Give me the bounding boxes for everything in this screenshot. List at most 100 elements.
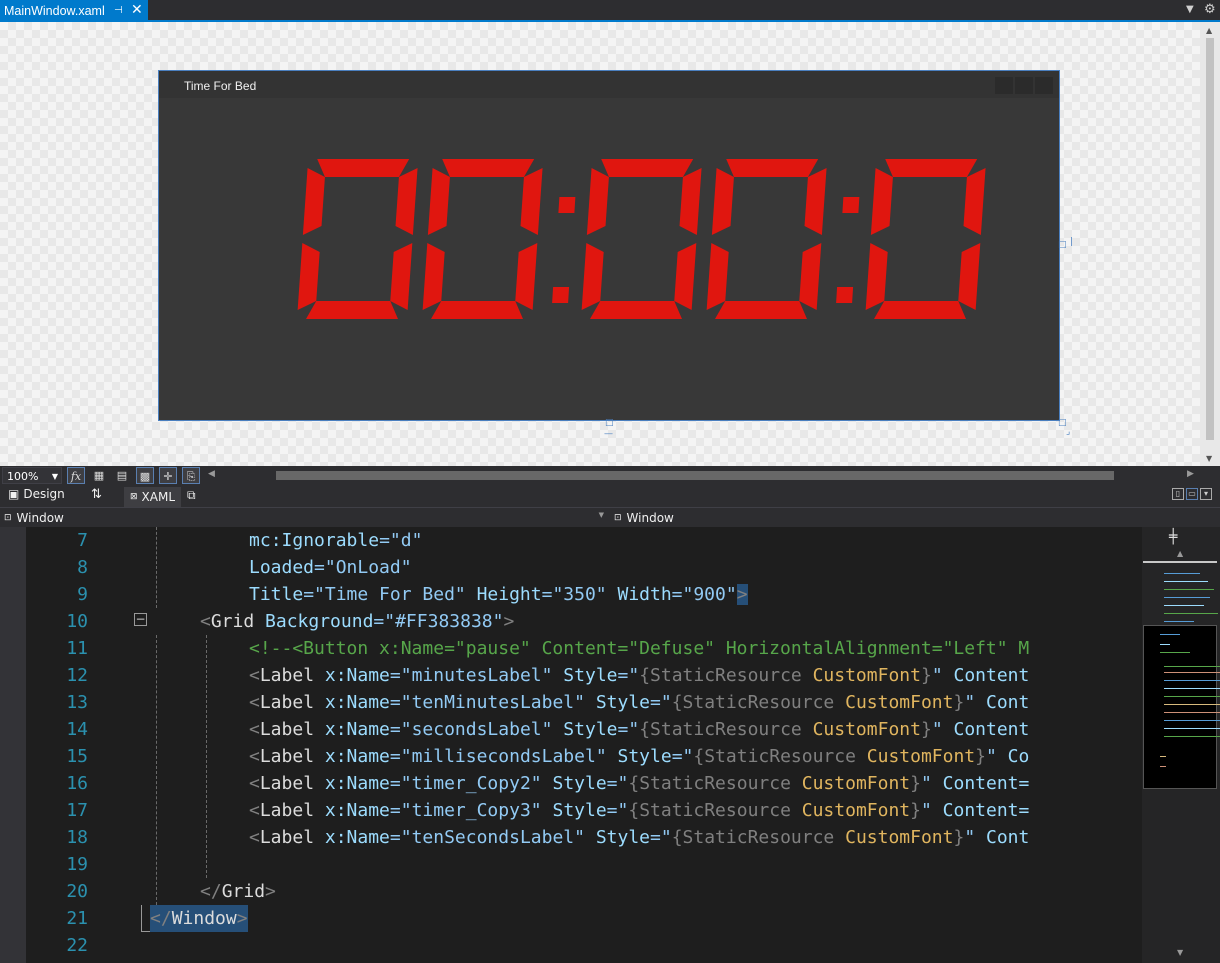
segment-a	[885, 159, 978, 177]
colon-dot	[836, 287, 854, 303]
colon-dot	[558, 197, 576, 213]
minimap-line	[1164, 605, 1204, 606]
display-digit	[581, 159, 702, 319]
resize-guide-right: |	[1070, 237, 1074, 247]
line-number: 16	[66, 773, 88, 794]
indent-guide	[156, 527, 157, 608]
segment-d	[431, 301, 523, 319]
snap-gridlines-icon[interactable]: ▤	[113, 467, 131, 484]
segment-d	[306, 301, 398, 319]
minimap-line	[1164, 589, 1214, 590]
code-line: Title="Time For Bed" Height="350" Width=…	[249, 584, 748, 605]
segment-d	[715, 301, 807, 319]
minimap-line	[1164, 712, 1220, 713]
design-tab[interactable]: ▣ Design	[8, 487, 65, 501]
minimap-line	[1164, 704, 1220, 705]
segment-f	[870, 168, 893, 235]
segment-e	[297, 243, 320, 310]
element-selector-right-label: Window	[626, 510, 674, 525]
code-line-selected: </Window>	[150, 905, 248, 932]
minimap-line	[1164, 597, 1210, 598]
xaml-icon: ⊠	[130, 492, 138, 502]
display-digit	[297, 159, 418, 319]
fx-effects-icon[interactable]: fx	[67, 467, 85, 484]
line-number: 17	[66, 800, 88, 821]
xaml-tab[interactable]: ⊠ XAML	[124, 487, 181, 507]
design-xaml-split-bar: ▣ Design ⇅ ⊠ XAML ⧉	[0, 485, 1220, 507]
document-tab[interactable]: MainWindow.xaml ⊣ ✕	[0, 0, 148, 22]
resize-guide-corner: ⌟	[1066, 427, 1071, 437]
designer-vertical-scrollbar[interactable]: ▲ ▼	[1200, 22, 1220, 466]
element-selector-left[interactable]: ⊡ Window ▼	[0, 509, 608, 526]
window-element-icon: ⊡	[4, 512, 12, 523]
segment-b	[963, 168, 986, 235]
indicator-margin	[0, 527, 26, 963]
scroll-up-icon[interactable]: ▲	[1177, 549, 1183, 558]
chevron-down-icon: ▼	[598, 511, 604, 519]
minimap-line	[1164, 736, 1220, 737]
resize-handle-right[interactable]: □	[1058, 241, 1067, 250]
segment-a	[442, 159, 535, 177]
segment-b	[804, 168, 827, 235]
minimap-line	[1164, 696, 1220, 697]
segment-a	[601, 159, 694, 177]
document-tab-title: MainWindow.xaml	[4, 4, 105, 18]
code-line: <Label x:Name="secondsLabel" Style="{Sta…	[249, 719, 1030, 740]
indent-guide	[156, 635, 157, 905]
display-colon	[552, 197, 576, 303]
line-number: 18	[66, 827, 88, 848]
segment-e	[706, 243, 729, 310]
segment-a	[726, 159, 819, 177]
navigation-bar: ⊡ Window ▼ ⊡ Window	[0, 507, 1220, 527]
tab-dropdown-icon[interactable]: ▼	[1186, 4, 1194, 15]
minimap-line	[1164, 666, 1220, 667]
scroll-thumb[interactable]	[1206, 38, 1214, 440]
minimap-line	[1160, 766, 1166, 767]
scroll-up-icon[interactable]: ▲	[1206, 26, 1212, 35]
element-selector-right[interactable]: ⊡ Window	[610, 509, 1220, 526]
split-editor-icon[interactable]: ╪	[1169, 529, 1177, 545]
chevron-down-icon: ▼	[51, 472, 58, 481]
pin-icon[interactable]: ⊣	[114, 5, 123, 17]
colon-dot	[552, 287, 570, 303]
wpf-window-preview[interactable]: Time For Bed	[158, 70, 1060, 421]
seven-segment-display	[297, 159, 986, 319]
minimap-line	[1164, 613, 1218, 614]
vertical-split-icon[interactable]: ▯	[1172, 488, 1184, 500]
xaml-code-editor[interactable]: 7 8 9 10 11 12 13 14 15 16 17 18 19 20 2…	[0, 527, 1142, 963]
segment-c	[958, 243, 981, 310]
minimap-line	[1164, 672, 1220, 673]
scroll-down-icon[interactable]: ▼	[1177, 948, 1183, 957]
segment-f	[302, 168, 325, 235]
code-line: <Label x:Name="millisecondsLabel" Style=…	[249, 746, 1030, 767]
segment-c	[799, 243, 822, 310]
swap-panes-icon[interactable]: ⇅	[91, 487, 102, 502]
snap-to-snaplines-icon[interactable]: ✛	[159, 467, 177, 484]
zoom-value: 100%	[7, 470, 39, 483]
zoom-select[interactable]: 100% ▼	[2, 467, 62, 484]
scroll-left-icon[interactable]: ◀	[208, 469, 215, 479]
display-digit	[706, 159, 827, 319]
close-icon[interactable]: ✕	[131, 3, 143, 17]
minimap-viewport[interactable]	[1143, 625, 1220, 789]
line-number: 12	[66, 665, 88, 686]
minimap-line	[1160, 634, 1180, 635]
project-code-icon[interactable]: ⎘	[182, 467, 200, 484]
gear-icon[interactable]: ⚙	[1204, 2, 1216, 17]
minimap-line	[1164, 621, 1194, 622]
grid-icon[interactable]: ▦	[90, 467, 108, 484]
line-number: 8	[77, 557, 88, 578]
artboard-background-icon[interactable]: ▩	[136, 467, 154, 484]
popout-icon[interactable]: ⧉	[187, 488, 196, 503]
scroll-down-icon[interactable]: ▼	[1206, 454, 1212, 463]
resize-handle-bottom[interactable]: □	[605, 419, 614, 428]
minimap-line	[1164, 720, 1220, 721]
segment-c	[515, 243, 538, 310]
line-number: 13	[66, 692, 88, 713]
collapse-toggle-icon[interactable]: −	[134, 613, 147, 626]
collapse-pane-icon[interactable]: ▾	[1200, 488, 1212, 500]
horizontal-split-icon[interactable]: ▭	[1186, 488, 1198, 500]
scroll-right-icon[interactable]: ▶	[1187, 469, 1194, 479]
line-number: 20	[66, 881, 88, 902]
designer-horizontal-scroll-thumb[interactable]	[276, 471, 1114, 480]
